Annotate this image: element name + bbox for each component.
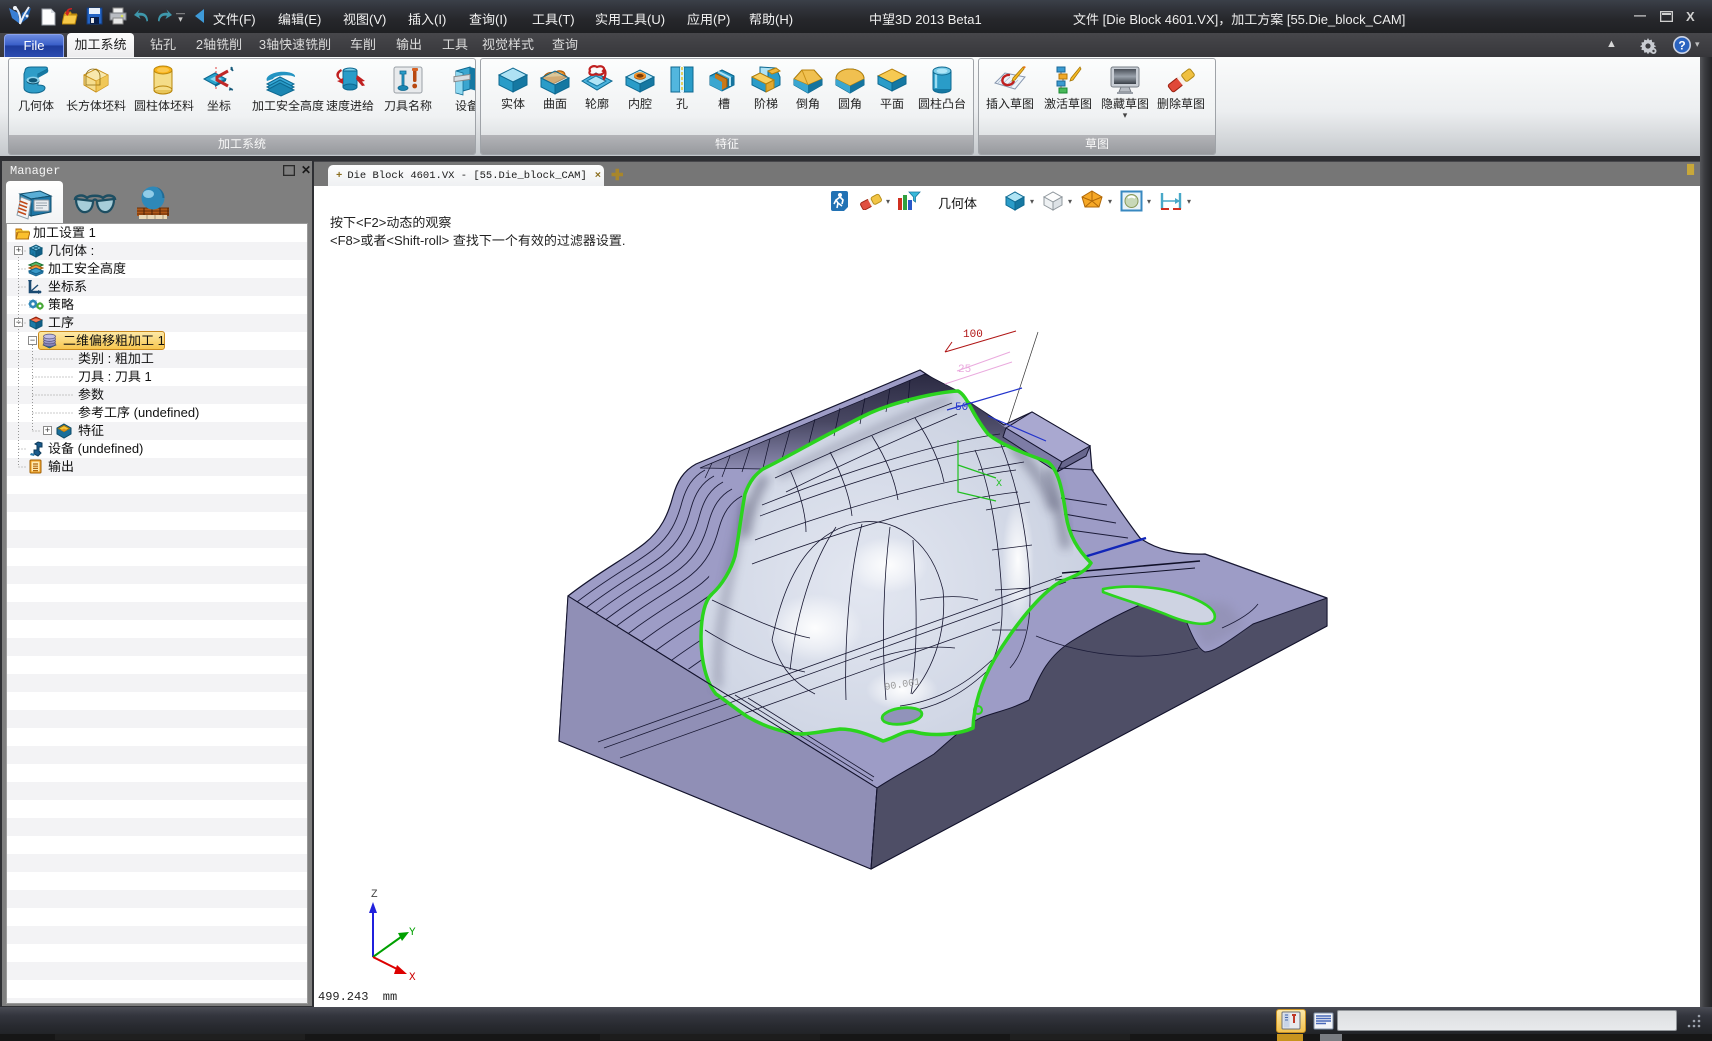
svg-text:X: X [996, 479, 1002, 490]
svg-text:X: X [409, 972, 416, 984]
svg-text:Y: Y [409, 927, 416, 939]
svg-text:Z: Z [371, 889, 378, 901]
svg-text:?: ? [1678, 39, 1685, 53]
svg-text:100: 100 [963, 329, 983, 341]
